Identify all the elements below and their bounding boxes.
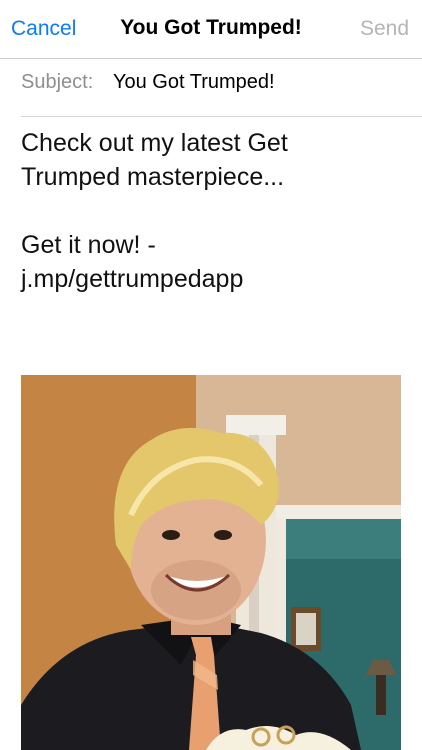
subject-input[interactable]: You Got Trumped!	[113, 71, 275, 94]
compose-title: You Got Trumped!	[120, 16, 302, 39]
navigation-bar: Cancel You Got Trumped! Send	[0, 0, 422, 59]
subject-field[interactable]: Subject: You Got Trumped!	[21, 58, 422, 117]
message-line: Get it now! -	[21, 231, 156, 259]
message-line: Check out my latest Get	[21, 129, 288, 157]
subject-label: Subject:	[21, 71, 94, 93]
message-line: Trumped masterpiece...	[21, 163, 285, 191]
photo-image	[21, 375, 401, 750]
message-body[interactable]: Check out my latest Get Trumped masterpi…	[21, 126, 401, 296]
send-button[interactable]: Send	[360, 17, 409, 41]
message-link[interactable]: j.mp/gettrumpedapp	[21, 262, 401, 296]
attached-photo[interactable]	[21, 375, 401, 750]
